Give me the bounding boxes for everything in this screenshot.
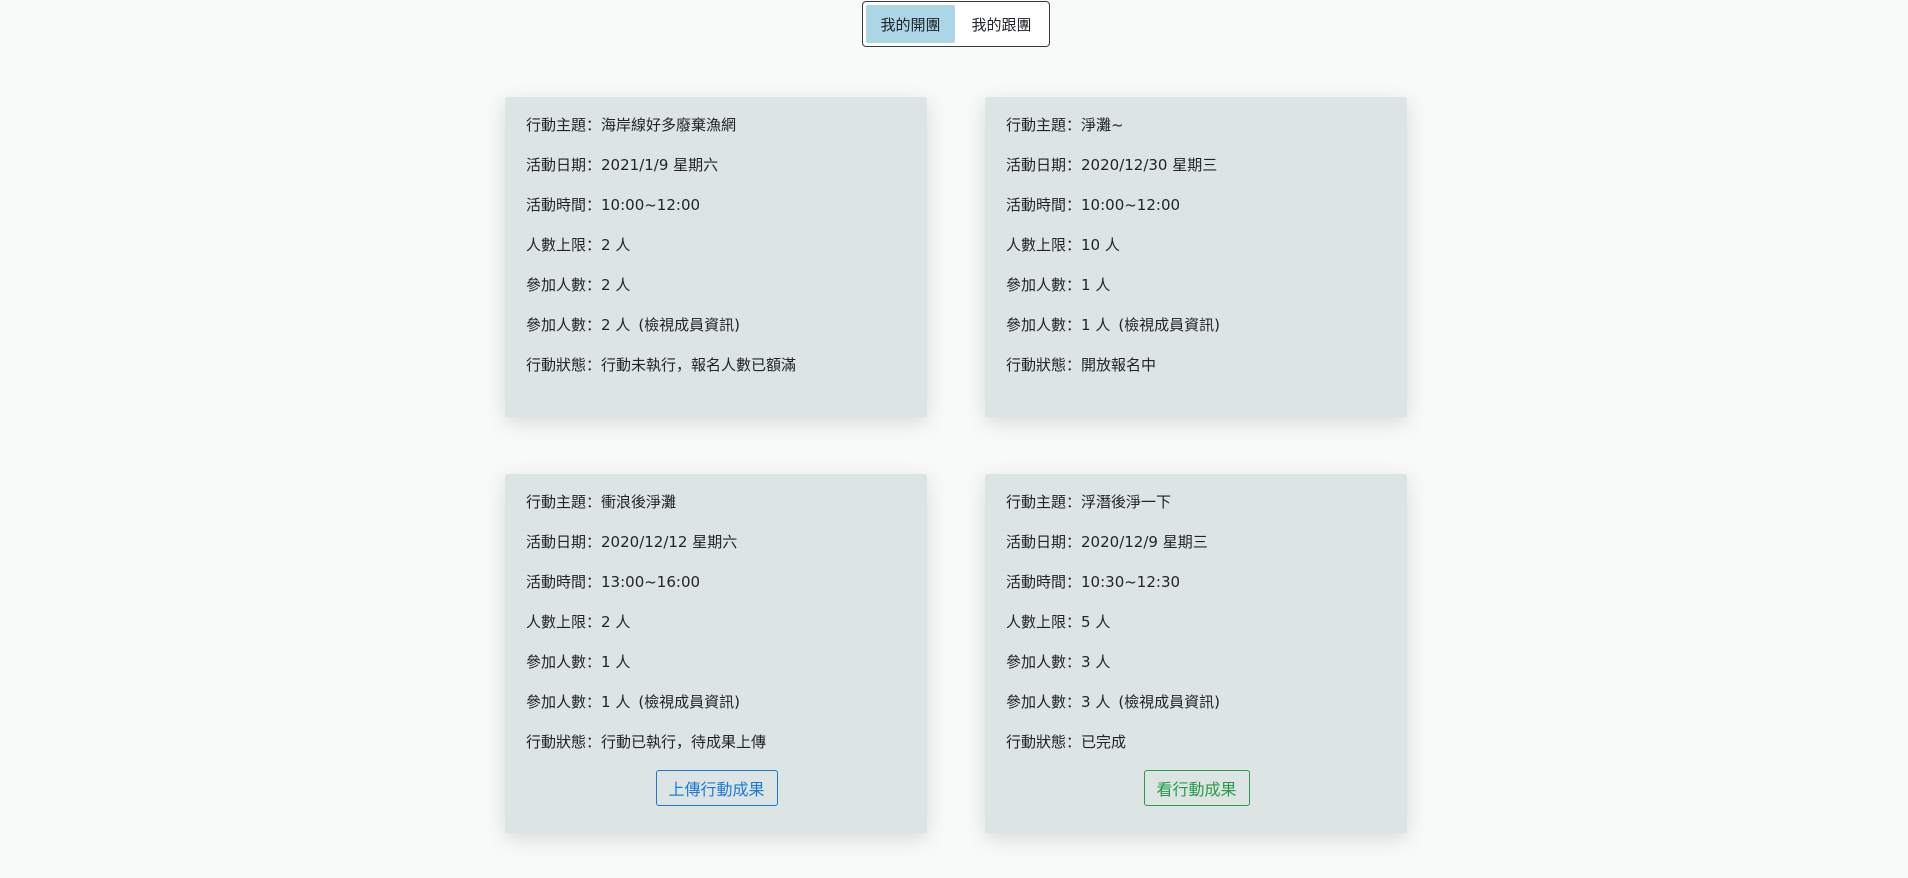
- event-limit: 人數上限：5 人: [1006, 612, 1387, 632]
- limit-label: 人數上限：: [1006, 236, 1082, 254]
- time-label: 活動時間：: [526, 196, 602, 214]
- topic-label: 行動主題：: [526, 116, 602, 134]
- status-label: 行動狀態：: [526, 733, 602, 751]
- joined-label: 參加人數：: [526, 653, 602, 671]
- time-value: 10:30~12:30: [1081, 573, 1181, 591]
- date-value: 2021/1/9 星期六: [601, 156, 719, 174]
- time-value: 13:00~16:00: [601, 573, 701, 591]
- event-time: 活動時間：13:00~16:00: [526, 572, 907, 592]
- status-label: 行動狀態：: [526, 356, 602, 374]
- event-card: 行動主題：浮潛後淨一下 活動日期：2020/12/9 星期三 活動時間：10:3…: [985, 474, 1407, 833]
- date-label: 活動日期：: [1006, 156, 1082, 174]
- status-value: 已完成: [1081, 733, 1127, 751]
- event-joined: 參加人數：1 人: [526, 652, 907, 672]
- status-value: 開放報名中: [1081, 356, 1157, 374]
- event-joined: 參加人數：1 人: [1006, 275, 1387, 295]
- tab-my-hosted-groups[interactable]: 我的開團: [866, 5, 955, 43]
- limit-label: 人數上限：: [526, 236, 602, 254]
- event-date: 活動日期：2021/1/9 星期六: [526, 155, 907, 175]
- joined-value: 2 人: [601, 276, 631, 294]
- members-label: 參加人數：: [1006, 693, 1082, 711]
- event-status: 行動狀態：行動已執行，待成果上傳: [526, 732, 907, 752]
- date-label: 活動日期：: [1006, 533, 1082, 551]
- time-value: 10:00~12:00: [1081, 196, 1181, 214]
- view-members-link[interactable]: (檢視成員資訊): [1118, 316, 1220, 334]
- event-members: 參加人數：3 人 (檢視成員資訊): [1006, 692, 1387, 712]
- event-status: 行動狀態：已完成: [1006, 732, 1387, 752]
- topic-label: 行動主題：: [526, 493, 602, 511]
- event-joined: 參加人數：3 人: [1006, 652, 1387, 672]
- event-members: 參加人數：1 人 (檢視成員資訊): [526, 692, 907, 712]
- topic-value: 衝浪後淨灘: [601, 493, 677, 511]
- status-value: 行動未執行，報名人數已額滿: [601, 356, 797, 374]
- group-tab-bar: 我的開團 我的跟團: [862, 1, 1050, 47]
- limit-value: 2 人: [601, 613, 631, 631]
- members-value: 1 人: [1081, 316, 1111, 334]
- event-card: 行動主題：海岸線好多廢棄漁網 活動日期：2021/1/9 星期六 活動時間：10…: [505, 97, 927, 417]
- event-limit: 人數上限：10 人: [1006, 235, 1387, 255]
- time-label: 活動時間：: [526, 573, 602, 591]
- event-time: 活動時間：10:00~12:00: [1006, 195, 1387, 215]
- event-joined: 參加人數：2 人: [526, 275, 907, 295]
- joined-label: 參加人數：: [1006, 653, 1082, 671]
- date-value: 2020/12/30 星期三: [1081, 156, 1218, 174]
- limit-label: 人數上限：: [526, 613, 602, 631]
- upload-results-button[interactable]: 上傳行動成果: [655, 770, 778, 806]
- date-value: 2020/12/9 星期三: [1081, 533, 1208, 551]
- card-actions: 上傳行動成果: [526, 770, 907, 806]
- event-topic: 行動主題：浮潛後淨一下: [1006, 492, 1387, 512]
- event-limit: 人數上限：2 人: [526, 235, 907, 255]
- members-label: 參加人數：: [526, 693, 602, 711]
- limit-label: 人數上限：: [1006, 613, 1082, 631]
- members-label: 參加人數：: [1006, 316, 1082, 334]
- time-label: 活動時間：: [1006, 573, 1082, 591]
- status-label: 行動狀態：: [1006, 356, 1082, 374]
- event-limit: 人數上限：2 人: [526, 612, 907, 632]
- limit-value: 10 人: [1081, 236, 1120, 254]
- tab-my-joined-groups[interactable]: 我的跟團: [957, 5, 1046, 43]
- view-members-link[interactable]: (檢視成員資訊): [1118, 693, 1220, 711]
- view-members-link[interactable]: (檢視成員資訊): [638, 693, 740, 711]
- members-value: 3 人: [1081, 693, 1111, 711]
- joined-label: 參加人數：: [1006, 276, 1082, 294]
- date-label: 活動日期：: [526, 533, 602, 551]
- joined-value: 3 人: [1081, 653, 1111, 671]
- event-status: 行動狀態：開放報名中: [1006, 355, 1387, 375]
- event-time: 活動時間：10:30~12:30: [1006, 572, 1387, 592]
- event-card: 行動主題：衝浪後淨灘 活動日期：2020/12/12 星期六 活動時間：13:0…: [505, 474, 927, 833]
- date-value: 2020/12/12 星期六: [601, 533, 738, 551]
- view-results-button[interactable]: 看行動成果: [1143, 770, 1250, 806]
- event-date: 活動日期：2020/12/9 星期三: [1006, 532, 1387, 552]
- event-card: 行動主題：淨灘~ 活動日期：2020/12/30 星期三 活動時間：10:00~…: [985, 97, 1407, 417]
- event-members: 參加人數：1 人 (檢視成員資訊): [1006, 315, 1387, 335]
- joined-value: 1 人: [601, 653, 631, 671]
- event-date: 活動日期：2020/12/12 星期六: [526, 532, 907, 552]
- members-value: 2 人: [601, 316, 631, 334]
- event-topic: 行動主題：海岸線好多廢棄漁網: [526, 115, 907, 135]
- topic-label: 行動主題：: [1006, 116, 1082, 134]
- joined-label: 參加人數：: [526, 276, 602, 294]
- topic-value: 浮潛後淨一下: [1081, 493, 1172, 511]
- event-topic: 行動主題：衝浪後淨灘: [526, 492, 907, 512]
- joined-value: 1 人: [1081, 276, 1111, 294]
- view-members-link[interactable]: (檢視成員資訊): [638, 316, 740, 334]
- status-value: 行動已執行，待成果上傳: [601, 733, 767, 751]
- card-actions: 看行動成果: [1006, 770, 1387, 806]
- limit-value: 2 人: [601, 236, 631, 254]
- status-label: 行動狀態：: [1006, 733, 1082, 751]
- event-members: 參加人數：2 人 (檢視成員資訊): [526, 315, 907, 335]
- topic-value: 淨灘~: [1081, 116, 1124, 134]
- event-topic: 行動主題：淨灘~: [1006, 115, 1387, 135]
- event-date: 活動日期：2020/12/30 星期三: [1006, 155, 1387, 175]
- topic-value: 海岸線好多廢棄漁網: [601, 116, 737, 134]
- topic-label: 行動主題：: [1006, 493, 1082, 511]
- members-label: 參加人數：: [526, 316, 602, 334]
- limit-value: 5 人: [1081, 613, 1111, 631]
- event-status: 行動狀態：行動未執行，報名人數已額滿: [526, 355, 907, 375]
- time-value: 10:00~12:00: [601, 196, 701, 214]
- time-label: 活動時間：: [1006, 196, 1082, 214]
- members-value: 1 人: [601, 693, 631, 711]
- date-label: 活動日期：: [526, 156, 602, 174]
- event-time: 活動時間：10:00~12:00: [526, 195, 907, 215]
